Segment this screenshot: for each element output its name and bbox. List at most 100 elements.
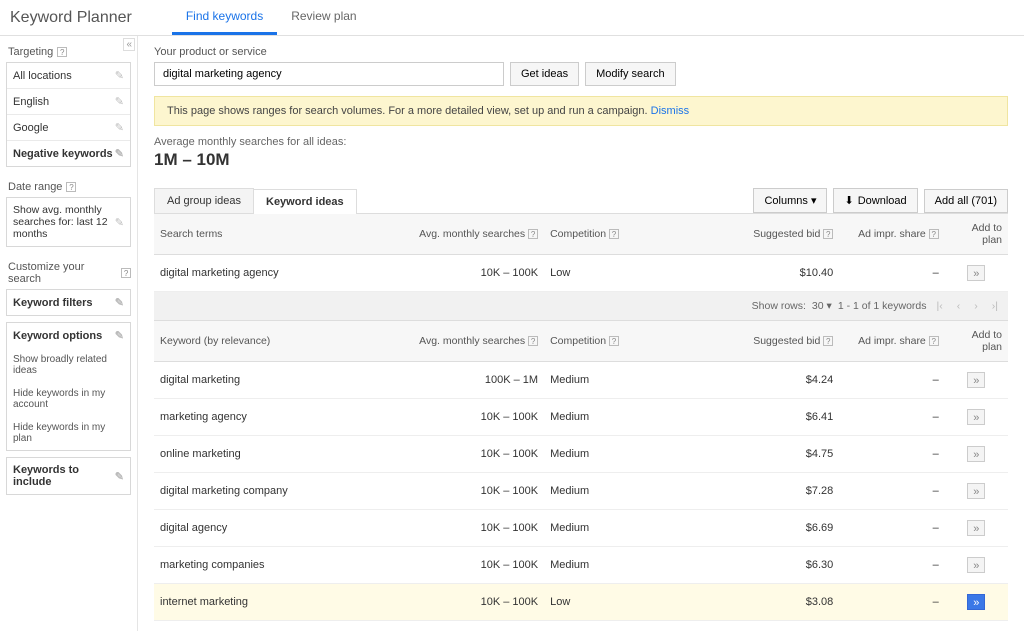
product-input[interactable] bbox=[154, 62, 504, 86]
modify-search-button[interactable]: Modify search bbox=[585, 62, 675, 86]
cell-avg: 10K – 100K bbox=[396, 473, 544, 510]
cell-term: digital marketing company bbox=[154, 473, 396, 510]
add-to-plan-button[interactable]: » bbox=[967, 483, 985, 499]
option-hide-plan: Hide keywords in my plan bbox=[7, 416, 130, 450]
option-hide-account: Hide keywords in my account bbox=[7, 382, 130, 416]
help-icon[interactable]: ? bbox=[66, 182, 76, 192]
cell-term: marketing agency bbox=[154, 399, 396, 436]
pencil-icon: ✎ bbox=[115, 470, 124, 483]
add-to-plan-button[interactable]: » bbox=[967, 594, 985, 610]
col-avg[interactable]: Avg. monthly searches ? bbox=[396, 214, 544, 255]
table-row: digital marketing agency10K – 100KLow$10… bbox=[154, 255, 1008, 292]
cell-bid: $4.24 bbox=[671, 362, 840, 399]
cell-impr: – bbox=[839, 510, 944, 547]
keywords-include[interactable]: Keywords to include✎ bbox=[7, 458, 130, 494]
cell-term: internet marketing bbox=[154, 584, 396, 621]
cell-impr: – bbox=[839, 473, 944, 510]
cell-term: marketing companies bbox=[154, 547, 396, 584]
col-competition[interactable]: Competition ? bbox=[544, 214, 671, 255]
targeting-locations[interactable]: All locations✎ bbox=[7, 63, 130, 89]
col-competition[interactable]: Competition ? bbox=[544, 321, 671, 362]
targeting-language[interactable]: English✎ bbox=[7, 89, 130, 115]
add-to-plan-button[interactable]: » bbox=[967, 520, 985, 536]
cell-avg: 10K – 100K bbox=[396, 436, 544, 473]
cell-comp: Low bbox=[544, 584, 671, 621]
help-icon: ? bbox=[823, 229, 833, 239]
avg-summary-value: 1M – 10M bbox=[154, 150, 1008, 170]
cell-term: digital marketing bbox=[154, 362, 396, 399]
cell-bid: $7.28 bbox=[671, 473, 840, 510]
help-icon: ? bbox=[929, 336, 939, 346]
keyword-options[interactable]: Keyword options✎ bbox=[7, 323, 130, 348]
table-row: digital agency10K – 100KMedium$6.69–» bbox=[154, 510, 1008, 547]
pager-last-icon[interactable]: ›| bbox=[988, 300, 1002, 312]
pager: Show rows: 30 ▾ 1 - 1 of 1 keywords |‹ ‹… bbox=[154, 292, 1008, 321]
add-to-plan-button[interactable]: » bbox=[967, 409, 985, 425]
info-notice: This page shows ranges for search volume… bbox=[154, 96, 1008, 126]
table-row: marketing agency10K – 100KMedium$6.41–» bbox=[154, 399, 1008, 436]
targeting-title: Targeting? bbox=[8, 46, 131, 58]
cell-avg: 10K – 100K bbox=[396, 584, 544, 621]
dismiss-link[interactable]: Dismiss bbox=[651, 105, 690, 117]
tab-find-keywords[interactable]: Find keywords bbox=[172, 0, 277, 35]
col-impr[interactable]: Ad impr. share ? bbox=[839, 214, 944, 255]
sidebar: « Targeting? All locations✎ English✎ Goo… bbox=[0, 36, 138, 631]
content: Your product or service Get ideas Modify… bbox=[138, 36, 1024, 631]
cell-bid: $10.40 bbox=[671, 255, 840, 292]
daterange-title: Date range? bbox=[8, 181, 131, 193]
pager-first-icon[interactable]: |‹ bbox=[933, 300, 947, 312]
tab-keyword-ideas[interactable]: Keyword ideas bbox=[253, 189, 357, 214]
cell-impr: – bbox=[839, 362, 944, 399]
download-icon: ⬇ bbox=[844, 194, 853, 207]
add-to-plan-button[interactable]: » bbox=[967, 446, 985, 462]
help-icon: ? bbox=[609, 336, 619, 346]
tab-adgroup-ideas[interactable]: Ad group ideas bbox=[154, 188, 254, 213]
download-button[interactable]: ⬇Download bbox=[833, 188, 917, 213]
cell-avg: 10K – 100K bbox=[396, 547, 544, 584]
keyword-filters[interactable]: Keyword filters✎ bbox=[7, 290, 130, 315]
help-icon: ? bbox=[528, 336, 538, 346]
pencil-icon: ✎ bbox=[115, 147, 124, 160]
pencil-icon: ✎ bbox=[115, 95, 124, 108]
col-avg[interactable]: Avg. monthly searches ? bbox=[396, 321, 544, 362]
col-bid[interactable]: Suggested bid ? bbox=[671, 321, 840, 362]
col-keyword-rel[interactable]: Keyword (by relevance) bbox=[154, 321, 396, 362]
customize-title: Customize your search? bbox=[8, 261, 131, 285]
col-search-terms[interactable]: Search terms bbox=[154, 214, 396, 255]
add-all-button[interactable]: Add all (701) bbox=[924, 189, 1008, 213]
cell-impr: – bbox=[839, 436, 944, 473]
get-ideas-button[interactable]: Get ideas bbox=[510, 62, 579, 86]
pencil-icon: ✎ bbox=[115, 69, 124, 82]
cell-bid: $6.69 bbox=[671, 510, 840, 547]
daterange-row[interactable]: Show avg. monthly searches for: last 12 … bbox=[7, 198, 130, 246]
pencil-icon: ✎ bbox=[115, 121, 124, 134]
columns-button[interactable]: Columns ▾ bbox=[753, 188, 827, 213]
cell-impr: – bbox=[839, 399, 944, 436]
add-to-plan-button[interactable]: » bbox=[967, 372, 985, 388]
targeting-network[interactable]: Google✎ bbox=[7, 115, 130, 141]
rows-select[interactable]: 30 ▾ bbox=[812, 300, 832, 312]
cell-term: digital agency bbox=[154, 510, 396, 547]
cell-comp: Medium bbox=[544, 547, 671, 584]
tab-review-plan[interactable]: Review plan bbox=[277, 0, 370, 35]
targeting-negative-keywords[interactable]: Negative keywords✎ bbox=[7, 141, 130, 166]
collapse-sidebar-icon[interactable]: « bbox=[123, 38, 135, 51]
cell-bid: $6.41 bbox=[671, 399, 840, 436]
chevron-down-icon: ▾ bbox=[811, 195, 817, 207]
cell-avg: 10K – 100K bbox=[396, 399, 544, 436]
col-impr[interactable]: Ad impr. share ? bbox=[839, 321, 944, 362]
pager-prev-icon[interactable]: ‹ bbox=[953, 300, 965, 312]
table-row: online marketing10K – 100KMedium$4.75–» bbox=[154, 436, 1008, 473]
help-icon[interactable]: ? bbox=[121, 268, 131, 278]
add-to-plan-button[interactable]: » bbox=[967, 557, 985, 573]
help-icon[interactable]: ? bbox=[57, 47, 67, 57]
col-bid[interactable]: Suggested bid ? bbox=[671, 214, 840, 255]
add-to-plan-button[interactable]: » bbox=[967, 265, 985, 281]
cell-term: digital marketing agency bbox=[154, 255, 396, 292]
header-tabs: Find keywords Review plan bbox=[172, 0, 371, 35]
cell-impr: – bbox=[839, 255, 944, 292]
help-icon: ? bbox=[929, 229, 939, 239]
avg-summary-label: Average monthly searches for all ideas: bbox=[154, 136, 1008, 148]
pager-next-icon[interactable]: › bbox=[970, 300, 982, 312]
table-row: digital marketing100K – 1MMedium$4.24–» bbox=[154, 362, 1008, 399]
